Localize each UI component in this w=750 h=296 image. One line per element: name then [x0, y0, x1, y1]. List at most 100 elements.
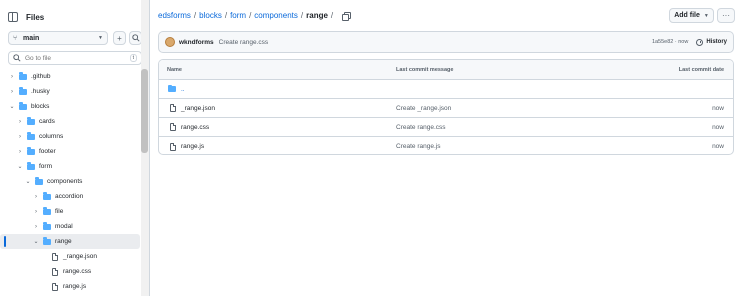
breadcrumb-separator: /: [249, 11, 252, 20]
commit-message-link[interactable]: Create _range.json: [396, 105, 451, 112]
folder-icon: [43, 207, 51, 215]
breadcrumb-link[interactable]: components: [254, 11, 298, 20]
folder-icon: [27, 117, 35, 125]
commit-message-link[interactable]: Create range.css: [396, 124, 446, 131]
chevron-right-icon[interactable]: ›: [8, 89, 16, 95]
file-icon: [52, 282, 58, 291]
tree-folder-item[interactable]: ⌄ form: [0, 159, 140, 174]
chevron-right-icon[interactable]: ›: [32, 209, 40, 215]
commit-message[interactable]: Create range.css: [219, 39, 269, 46]
file-name-link[interactable]: range.js: [181, 143, 204, 150]
parent-directory-link[interactable]: ..: [181, 86, 185, 93]
history-button[interactable]: History: [696, 38, 727, 46]
chevron-down-icon: ▼: [703, 12, 709, 19]
tree-item-label: footer: [39, 148, 56, 155]
chevron-right-icon[interactable]: ›: [32, 194, 40, 200]
chevron-down-icon[interactable]: ⌄: [8, 103, 16, 110]
file-icon: [52, 267, 58, 276]
breadcrumb-trailing-separator: /: [330, 11, 334, 20]
chevron-down-icon[interactable]: ⌄: [24, 178, 32, 185]
breadcrumb-separator: /: [193, 11, 197, 20]
chevron-right-icon[interactable]: ›: [8, 74, 16, 80]
parent-directory-row[interactable]: ..: [159, 80, 733, 99]
file-icon: [170, 123, 176, 131]
commit-date: now: [712, 104, 724, 112]
tree-file-item[interactable]: range.css: [0, 264, 140, 279]
search-icon: [131, 34, 140, 42]
plus-icon: +: [117, 33, 122, 43]
history-icon: [696, 38, 704, 46]
file-table: Name Last commit message Last commit dat…: [158, 59, 734, 155]
folder-icon: [19, 87, 27, 95]
tree-item-label: blocks: [31, 103, 50, 110]
tree-folder-item[interactable]: › cards: [0, 114, 140, 129]
breadcrumb-link[interactable]: edsforms: [158, 11, 191, 20]
commit-meta: 1a55e82 · now History: [652, 38, 727, 46]
commit-date: now: [712, 123, 724, 131]
folder-icon: [43, 192, 51, 200]
breadcrumb-current: range: [306, 11, 328, 20]
file-name-link[interactable]: range.css: [181, 124, 209, 131]
folder-icon: [27, 132, 35, 140]
avatar[interactable]: [165, 37, 175, 47]
file-icon: [52, 252, 58, 261]
table-row[interactable]: range.css Create range.css now: [159, 118, 733, 137]
file-name-link[interactable]: _range.json: [181, 105, 215, 112]
tree-folder-item[interactable]: › accordion: [0, 189, 140, 204]
add-file-sidebar-button[interactable]: +: [113, 31, 126, 45]
tree-item-label: range.css: [63, 268, 92, 275]
table-row[interactable]: _range.json Create _range.json now: [159, 99, 733, 118]
chevron-down-icon: ▼: [98, 35, 103, 41]
chevron-down-icon[interactable]: ⌄: [16, 163, 24, 170]
header-name: Name: [167, 66, 182, 73]
commit-message-link[interactable]: Create range.js: [396, 143, 440, 150]
go-to-file-input[interactable]: [25, 54, 125, 62]
tree-item-label: modal: [55, 223, 73, 230]
header-date: Last commit date: [678, 66, 724, 73]
chevron-down-icon[interactable]: ⌄: [32, 238, 40, 245]
tree-file-item[interactable]: range.js: [0, 279, 140, 294]
tree-folder-item[interactable]: ⌄ range: [0, 234, 140, 249]
tree-folder-item[interactable]: › .github: [0, 69, 140, 84]
table-row[interactable]: range.js Create range.js now: [159, 137, 733, 154]
tree-item-label: range: [55, 238, 72, 245]
add-file-button[interactable]: Add file ▼: [669, 8, 714, 23]
tree-item-label: .husky: [31, 88, 50, 95]
go-to-file-field[interactable]: t: [8, 51, 142, 65]
shortcut-key: t: [129, 54, 137, 62]
breadcrumb-link[interactable]: blocks: [199, 11, 222, 20]
more-options-button[interactable]: ···: [717, 8, 735, 23]
folder-icon: [35, 177, 43, 185]
commit-hash-time[interactable]: 1a55e82 · now: [652, 39, 688, 45]
tree-item-label: accordion: [55, 193, 84, 200]
tree-folder-item[interactable]: ⌄ components: [0, 174, 140, 189]
tree-folder-item[interactable]: ⌄ blocks: [0, 99, 140, 114]
sidebar-scrollbar-thumb[interactable]: [141, 69, 148, 153]
tree-folder-item[interactable]: › columns: [0, 129, 140, 144]
commit-date: now: [712, 143, 724, 150]
tree-file-item[interactable]: _range.json: [0, 249, 140, 264]
file-tree: › .github › .husky ⌄ blocks › cards › columns › foo…: [0, 69, 140, 294]
collapse-panel-icon[interactable]: [8, 12, 18, 22]
folder-icon: [19, 72, 27, 80]
branch-selector[interactable]: ⑂ main ▼: [8, 31, 108, 45]
tree-folder-item[interactable]: › modal: [0, 219, 140, 234]
chevron-right-icon[interactable]: ›: [16, 149, 24, 155]
branch-label: main: [23, 34, 40, 42]
breadcrumb-link[interactable]: form: [230, 11, 246, 20]
table-header: Name Last commit message Last commit dat…: [159, 60, 733, 80]
latest-commit-bar: wkndforms Create range.css 1a55e82 · now…: [158, 31, 734, 53]
tree-folder-item[interactable]: › footer: [0, 144, 140, 159]
tree-folder-item[interactable]: › file: [0, 204, 140, 219]
tree-item-label: .github: [31, 73, 51, 80]
chevron-right-icon[interactable]: ›: [16, 119, 24, 125]
chevron-right-icon[interactable]: ›: [32, 224, 40, 230]
tree-item-label: _range.json: [63, 253, 97, 260]
commit-author[interactable]: wkndforms: [179, 39, 214, 46]
copy-path-icon[interactable]: [342, 11, 352, 21]
tree-folder-item[interactable]: › .husky: [0, 84, 140, 99]
search-icon: [13, 54, 21, 62]
file-sidebar: Files ⑂ main ▼ + t › .github › .husky ⌄ block…: [0, 0, 150, 296]
folder-icon: [27, 162, 35, 170]
chevron-right-icon[interactable]: ›: [16, 134, 24, 140]
